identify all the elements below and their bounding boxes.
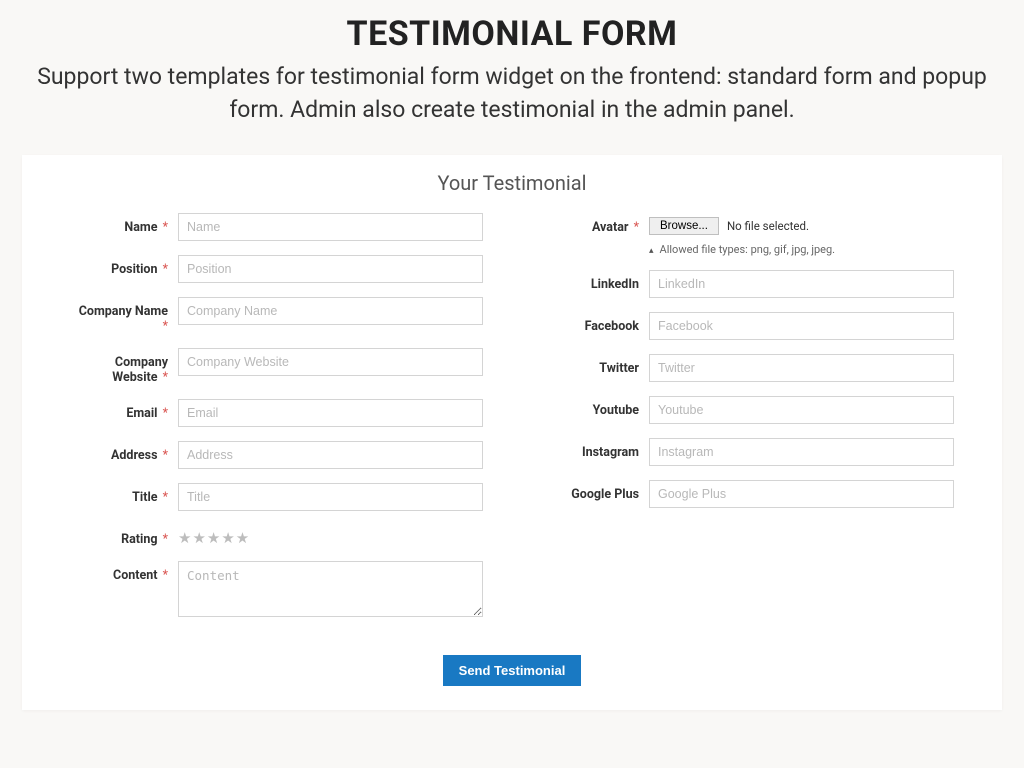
company-website-input[interactable] [178,348,483,376]
field-row-avatar: Avatar * Browse... No file selected. All… [541,213,954,256]
required-asterisk: * [163,532,168,547]
form-right-column: Avatar * Browse... No file selected. All… [541,213,954,635]
google-plus-input[interactable] [649,480,954,508]
field-row-company-website: Company Website * [70,348,483,385]
company-name-input[interactable] [178,297,483,325]
avatar-file-hint: Allowed file types: png, gif, jpg, jpeg. [649,243,954,256]
google-plus-label: Google Plus [541,480,649,502]
title-input[interactable] [178,483,483,511]
twitter-input[interactable] [649,354,954,382]
form-title: Your Testimonial [70,171,954,195]
required-asterisk: * [163,568,168,583]
field-row-youtube: Youtube [541,396,954,424]
facebook-label: Facebook [541,312,649,334]
submit-row: Send Testimonial [70,655,954,686]
youtube-label: Youtube [541,396,649,418]
youtube-input[interactable] [649,396,954,424]
email-label: Email * [70,399,178,421]
email-input[interactable] [178,399,483,427]
field-row-company-name: Company Name * [70,297,483,334]
required-asterisk: * [163,220,168,235]
required-asterisk: * [163,448,168,463]
address-input[interactable] [178,441,483,469]
content-label: Content * [70,561,178,583]
page-subtitle: Support two templates for testimonial fo… [0,60,1024,127]
required-asterisk: * [163,262,168,277]
field-row-name: Name * [70,213,483,241]
required-asterisk: * [163,370,168,385]
field-row-email: Email * [70,399,483,427]
send-testimonial-button[interactable]: Send Testimonial [443,655,582,686]
company-name-label: Company Name * [70,297,178,334]
field-row-twitter: Twitter [541,354,954,382]
avatar-browse-button[interactable]: Browse... [649,217,719,235]
address-label: Address * [70,441,178,463]
position-input[interactable] [178,255,483,283]
field-row-address: Address * [70,441,483,469]
avatar-file-status: No file selected. [727,219,809,233]
field-row-title: Title * [70,483,483,511]
twitter-label: Twitter [541,354,649,376]
required-asterisk: * [163,490,168,505]
title-label: Title * [70,483,178,505]
field-row-instagram: Instagram [541,438,954,466]
field-row-rating: Rating * ★★★★★ [70,525,483,547]
avatar-label: Avatar * [541,213,649,235]
facebook-input[interactable] [649,312,954,340]
field-row-content: Content * [70,561,483,621]
position-label: Position * [70,255,178,277]
required-asterisk: * [163,319,168,334]
field-row-position: Position * [70,255,483,283]
field-row-google-plus: Google Plus [541,480,954,508]
testimonial-form-panel: Your Testimonial Name * Position * Compa… [22,155,1002,710]
rating-stars[interactable]: ★★★★★ [178,525,483,547]
field-row-facebook: Facebook [541,312,954,340]
linkedin-input[interactable] [649,270,954,298]
required-asterisk: * [634,220,639,235]
content-textarea[interactable] [178,561,483,617]
required-asterisk: * [163,406,168,421]
instagram-input[interactable] [649,438,954,466]
rating-label: Rating * [70,525,178,547]
instagram-label: Instagram [541,438,649,460]
page-title: TESTIMONIAL FORM [0,14,1024,54]
page-header: TESTIMONIAL FORM Support two templates f… [0,0,1024,127]
name-input[interactable] [178,213,483,241]
company-website-label: Company Website * [70,348,178,385]
form-columns: Name * Position * Company Name * Company… [70,213,954,635]
form-left-column: Name * Position * Company Name * Company… [70,213,483,635]
name-label: Name * [70,213,178,235]
field-row-linkedin: LinkedIn [541,270,954,298]
linkedin-label: LinkedIn [541,270,649,292]
